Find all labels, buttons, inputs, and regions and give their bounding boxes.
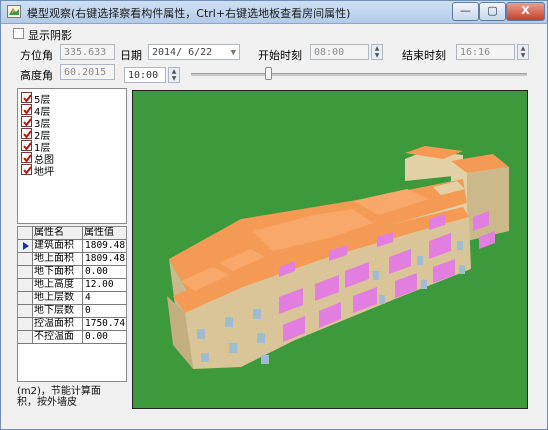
app-icon xyxy=(7,5,21,18)
description-line-1: (m2)，节能计算面 xyxy=(17,386,101,397)
property-value-cell[interactable]: 0.00 xyxy=(83,331,126,344)
end-time-field[interactable]: 16:16 xyxy=(456,44,515,60)
row-indicator[interactable] xyxy=(18,331,33,344)
checkmark-icon xyxy=(23,94,32,103)
layer-list: 5层 4层 3层 2层 1层 总图 地坪 xyxy=(17,88,127,224)
checkmark-icon xyxy=(23,154,32,163)
start-time-label: 开始时刻 xyxy=(258,49,302,62)
current-time-field[interactable]: 10:00 xyxy=(124,67,166,83)
property-value-cell[interactable]: 0 xyxy=(83,305,126,318)
row-indicator[interactable] xyxy=(18,292,33,305)
checkmark-icon xyxy=(23,142,32,151)
property-name-cell[interactable]: 地上面积 xyxy=(33,253,83,266)
end-time-label: 结束时刻 xyxy=(402,49,446,62)
model-3d-viewport[interactable] xyxy=(132,90,528,409)
date-value: 2014/ 6/22 xyxy=(152,47,213,58)
start-time-spinner[interactable]: ▲ ▼ xyxy=(371,44,383,60)
column-header-name[interactable]: 属性名 xyxy=(33,227,83,240)
altitude-field[interactable]: 60.2015 xyxy=(60,64,115,80)
layer-checkbox[interactable] xyxy=(21,140,32,151)
azimuth-label: 方位角 xyxy=(20,49,53,62)
date-picker[interactable]: 2014/ 6/22 ▼ xyxy=(148,44,240,60)
property-value-cell[interactable]: 0.00 xyxy=(83,266,126,279)
show-shadow-label: 显示阴影 xyxy=(28,29,72,42)
row-indicator[interactable] xyxy=(18,305,33,318)
time-slider-track[interactable] xyxy=(191,73,527,76)
azimuth-field[interactable]: 335.633 xyxy=(60,44,115,60)
maximize-button[interactable]: ▢ xyxy=(479,2,506,21)
title-bar[interactable]: 模型观察(右键选择察看构件属性，Ctrl+右键选地板查看房间属性) — ▢ X xyxy=(1,1,547,24)
row-indicator[interactable] xyxy=(18,279,33,292)
row-indicator[interactable] xyxy=(18,253,33,266)
property-description: (m2)，节能计算面 积，按外墙皮 xyxy=(17,386,127,410)
window-title: 模型观察(右键选择察看构件属性，Ctrl+右键选地板查看房间属性) xyxy=(27,7,351,20)
property-name-cell[interactable]: 地上层数 xyxy=(33,292,83,305)
checkmark-icon xyxy=(23,106,32,115)
grid-corner xyxy=(18,227,33,240)
property-value-cell[interactable]: 12.00 xyxy=(83,279,126,292)
layer-checkbox[interactable] xyxy=(21,104,32,115)
checkmark-icon xyxy=(23,118,32,127)
property-name-cell[interactable]: 地下面积 xyxy=(33,266,83,279)
end-time-spinner[interactable]: ▲ ▼ xyxy=(517,44,529,60)
layer-checkbox[interactable] xyxy=(21,92,32,103)
property-value-cell[interactable]: 1809.48 xyxy=(83,240,126,253)
property-value-cell[interactable]: 4 xyxy=(83,292,126,305)
column-header-value[interactable]: 属性值 xyxy=(83,227,126,240)
show-shadow-checkbox[interactable] xyxy=(13,28,24,39)
property-value-cell[interactable]: 1750.74 xyxy=(83,318,126,331)
selected-row-arrow-icon xyxy=(23,242,29,250)
property-value-cell[interactable]: 1809.48 xyxy=(83,253,126,266)
property-name-cell[interactable]: 不控温面 xyxy=(33,331,83,344)
layer-checkbox[interactable] xyxy=(21,164,32,175)
building-model[interactable] xyxy=(133,91,528,409)
row-indicator[interactable] xyxy=(18,318,33,331)
layer-checkbox[interactable] xyxy=(21,152,32,163)
property-name-cell[interactable]: 地下层数 xyxy=(33,305,83,318)
close-button[interactable]: X xyxy=(506,2,545,21)
row-indicator[interactable] xyxy=(18,240,33,253)
checkmark-icon xyxy=(23,166,32,175)
layer-label: 地坪 xyxy=(34,167,54,178)
layer-checkbox[interactable] xyxy=(21,116,32,127)
time-slider-thumb[interactable] xyxy=(265,67,273,80)
property-grid: 属性名 属性值 建筑面积 1809.48 地上面积 1809.48 地下面积 0.00 地上… xyxy=(17,226,127,382)
layer-checkbox[interactable] xyxy=(21,128,32,139)
model-view-window: 模型观察(右键选择察看构件属性，Ctrl+右键选地板查看房间属性) — ▢ X … xyxy=(0,0,548,430)
altitude-label: 高度角 xyxy=(20,69,53,82)
row-indicator[interactable] xyxy=(18,266,33,279)
current-time-spinner[interactable]: ▲ ▼ xyxy=(168,67,180,83)
property-name-cell[interactable]: 建筑面积 xyxy=(33,240,83,253)
property-name-cell[interactable]: 控温面积 xyxy=(33,318,83,331)
start-time-field[interactable]: 08:00 xyxy=(310,44,369,60)
date-label: 日期 xyxy=(120,49,142,62)
property-name-cell[interactable]: 地上高度 xyxy=(33,279,83,292)
chevron-down-icon[interactable]: ▼ xyxy=(231,45,236,61)
description-line-2: 积，按外墙皮 xyxy=(17,397,77,408)
minimize-button[interactable]: — xyxy=(452,2,479,21)
checkmark-icon xyxy=(23,130,32,139)
